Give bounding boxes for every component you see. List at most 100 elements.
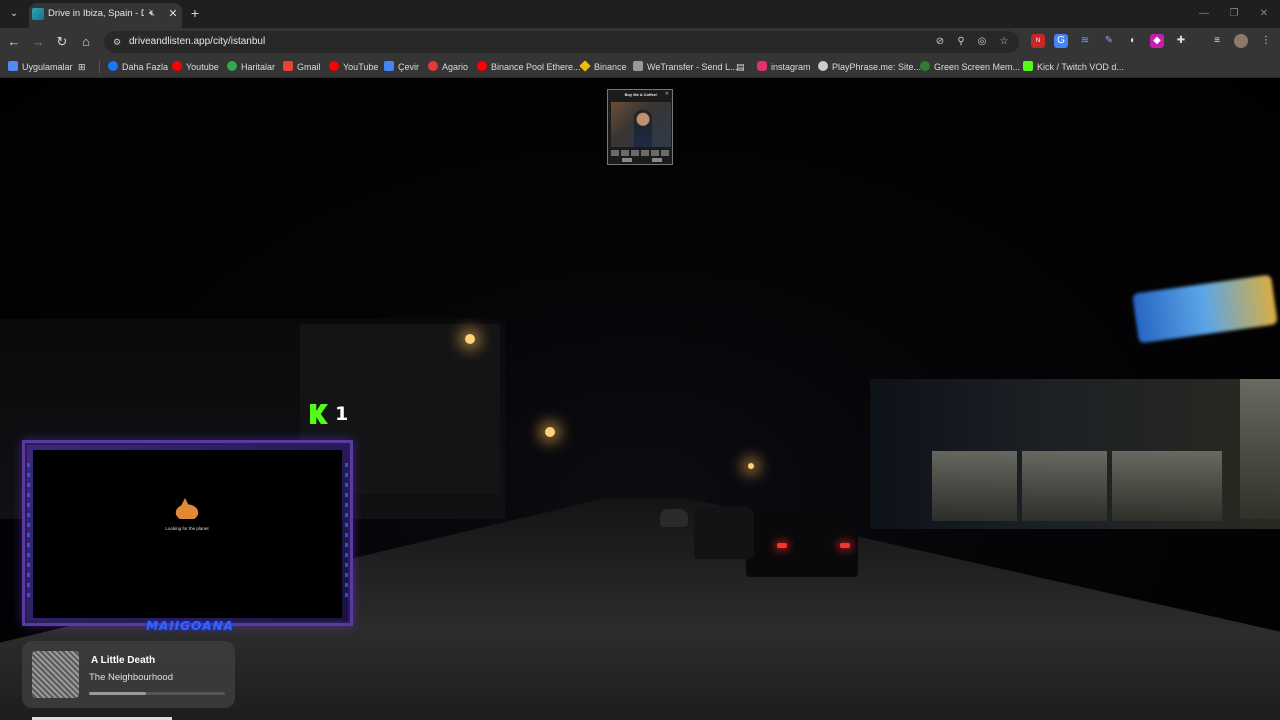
bookmark-instagram[interactable]: instagram xyxy=(757,60,811,74)
bookmark-gmail[interactable]: Gmail xyxy=(283,60,321,74)
reload-icon[interactable]: ↻ xyxy=(54,34,70,50)
translate-extension-icon[interactable]: G xyxy=(1054,34,1068,48)
bookmark-translate[interactable]: Çevir xyxy=(384,60,419,74)
bookmark-facebook[interactable]: Daha Fazla xyxy=(108,60,168,74)
bookmarks-bar: Uygulamalar ⊞ Daha Fazla Youtube Harital… xyxy=(0,56,1280,78)
frame-decoration xyxy=(27,463,30,603)
dark-reader-extension-icon[interactable]: ◐ xyxy=(1126,34,1140,48)
plus-icon[interactable]: + xyxy=(187,5,203,21)
shop-window xyxy=(1112,451,1222,521)
bookmark-label: Daha Fazla xyxy=(122,62,169,72)
web-content[interactable]: Buy Me A Coffee! ✕ 1 Looking for the pla… xyxy=(0,79,1280,720)
bookmark-green-screen[interactable]: Green Screen Mem... xyxy=(920,60,1020,74)
viewer-count: 1 xyxy=(335,403,349,425)
muted-speaker-icon[interactable]: 🔇︎ xyxy=(149,8,161,20)
extensions-puzzle-icon[interactable]: ✚ xyxy=(1174,34,1188,48)
song-progress-fill xyxy=(89,692,147,695)
apps-grid-icon xyxy=(8,61,18,71)
bookmark-label: WeTransfer - Send L... xyxy=(647,62,738,72)
media-control-icon[interactable]: ≡ xyxy=(1210,34,1224,48)
pen-extension-icon[interactable]: ✎ xyxy=(1102,34,1116,48)
support-card-photo xyxy=(611,102,671,147)
bookmark-label: Binance xyxy=(594,62,627,72)
bookmark-playphrase[interactable]: PlayPhrase.me: Site... xyxy=(818,60,921,74)
tab-strip: ⌄ Drive in Ibiza, Spain - Drive and List… xyxy=(0,0,1280,28)
facebook-icon xyxy=(108,61,118,71)
support-card-button[interactable] xyxy=(652,158,662,162)
support-overlay-card[interactable]: Buy Me A Coffee! ✕ xyxy=(607,89,673,165)
playphrase-icon xyxy=(818,61,828,71)
song-artist: The Neighbourhood xyxy=(89,672,173,683)
bookmark-youtube[interactable]: Youtube xyxy=(172,60,219,74)
bookmark-folder-icon[interactable]: ▤ xyxy=(736,60,745,74)
album-art xyxy=(32,651,79,698)
audio-extension-icon[interactable]: ≋ xyxy=(1078,34,1092,48)
restore-icon[interactable]: ❐ xyxy=(1227,7,1241,21)
gmail-icon xyxy=(283,61,293,71)
webcam-caption: Looking for the planet xyxy=(165,526,209,531)
tune-icon[interactable]: ⚙ xyxy=(111,36,123,48)
tab-groups-icon[interactable]: ⊞ xyxy=(78,60,86,74)
bookmark-maps[interactable]: Haritalar xyxy=(227,60,275,74)
bookmark-binance-pool[interactable]: Binance Pool Ethere... xyxy=(477,60,581,74)
browser-toolbar: ← → ↻ ⌂ ⚙ driveandlisten.app/city/istanb… xyxy=(0,28,1280,56)
maps-pin-icon xyxy=(227,61,237,71)
bookmark-label: Youtube xyxy=(186,62,219,72)
purple-extension-icon[interactable]: ◆ xyxy=(1150,34,1164,48)
minimize-icon[interactable]: — xyxy=(1197,7,1211,21)
close-window-icon[interactable]: ✕ xyxy=(1257,7,1271,21)
bookmark-kick-vod[interactable]: Kick / Twitch VOD d... xyxy=(1023,60,1124,74)
support-card-text xyxy=(611,150,671,156)
now-playing-widget: A Little Death The Neighbourhood xyxy=(22,641,235,708)
street-lamp xyxy=(748,463,754,469)
bookmark-label: YouTube xyxy=(343,62,379,72)
forward-arrow-icon[interactable]: → xyxy=(30,34,46,50)
tail-light xyxy=(840,543,850,548)
bookmark-wetransfer[interactable]: WeTransfer - Send L... xyxy=(633,60,738,74)
green-screen-icon xyxy=(920,61,930,71)
bookmark-star-icon[interactable]: ☆ xyxy=(997,35,1011,49)
tracking-off-icon[interactable]: ◎ xyxy=(975,35,989,49)
bookmark-label: Agario xyxy=(442,62,469,72)
support-card-button[interactable] xyxy=(622,158,632,162)
streamer-brand-logo: MAIIGOANA xyxy=(146,619,234,633)
car xyxy=(694,507,754,559)
kick-icon xyxy=(1023,61,1033,71)
youtube-icon xyxy=(172,61,182,71)
bookmark-label: Gmail xyxy=(297,62,321,72)
bookmark-label: Çevir xyxy=(398,62,420,72)
bookmark-youtube-2[interactable]: YouTube xyxy=(329,60,378,74)
close-icon[interactable]: ✕ xyxy=(166,7,180,21)
address-bar[interactable]: ⚙ driveandlisten.app/city/istanbul ⊘ ⚲ ◎… xyxy=(104,31,1019,53)
kebab-menu-icon[interactable]: ⋮ xyxy=(1259,34,1273,48)
back-arrow-icon[interactable]: ← xyxy=(6,34,22,50)
eye-off-icon[interactable]: ⊘ xyxy=(933,35,947,49)
binance-icon xyxy=(579,60,591,72)
song-progress-bar xyxy=(89,692,225,695)
bookmark-binance[interactable]: Binance xyxy=(579,60,627,74)
youtube-icon xyxy=(477,61,487,71)
bookmark-label: Kick / Twitch VOD d... xyxy=(1037,62,1124,72)
bookmark-apps[interactable]: Uygulamalar xyxy=(8,60,73,74)
car xyxy=(660,509,688,527)
street-lamp xyxy=(545,427,555,437)
zoom-icon[interactable]: ⚲ xyxy=(954,35,968,49)
home-icon[interactable]: ⌂ xyxy=(78,34,94,50)
profile-avatar[interactable] xyxy=(1234,34,1248,48)
cat-icon xyxy=(174,503,200,519)
webcam-feed: Looking for the planet xyxy=(33,450,342,618)
bookmark-label: Uygulamalar xyxy=(22,62,73,72)
tail-light xyxy=(777,543,787,548)
tab-drive-and-listen[interactable]: Drive in Ibiza, Spain - Drive and Listen… xyxy=(29,3,182,28)
close-icon[interactable]: ✕ xyxy=(665,91,669,97)
webcam-overlay: Looking for the planet xyxy=(22,440,353,626)
bookmark-separator xyxy=(99,61,100,73)
street-lamp xyxy=(465,334,475,344)
url-text[interactable]: driveandlisten.app/city/istanbul xyxy=(129,36,265,47)
bookmark-label: Haritalar xyxy=(241,62,276,72)
bookmark-agario[interactable]: Agario xyxy=(428,60,468,74)
new-extension-icon[interactable]: N xyxy=(1031,34,1045,48)
song-title: A Little Death xyxy=(91,655,156,666)
chevron-down-icon[interactable]: ⌄ xyxy=(5,5,23,23)
agario-icon xyxy=(428,61,438,71)
